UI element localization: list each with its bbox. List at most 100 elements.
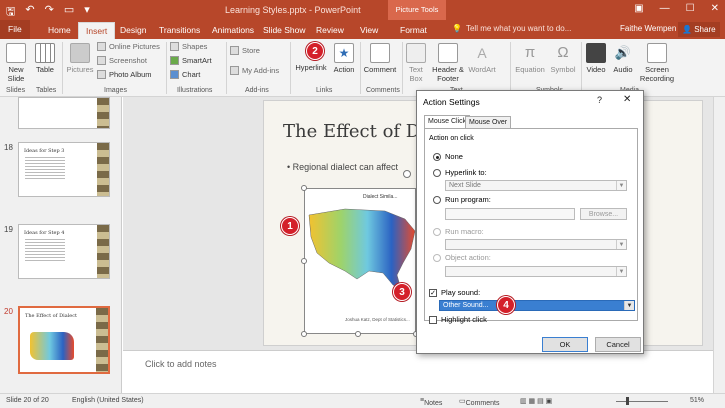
maximize-icon[interactable]: ☐ <box>686 3 695 14</box>
tab-design[interactable]: Design <box>120 22 146 39</box>
tab-animations[interactable]: Animations <box>212 22 254 39</box>
hyperlink-button[interactable]: Hyperlink <box>294 63 328 72</box>
symbol-button[interactable]: Ω Symbol <box>549 43 577 74</box>
view-buttons[interactable]: ▥ ▦ ▤ ▣ <box>520 397 552 405</box>
callout-marker-1: 1 <box>281 217 299 235</box>
tab-mouse-over[interactable]: Mouse Over <box>465 116 512 128</box>
new-slide-button[interactable]: New Slide <box>3 43 29 83</box>
header-footer-button[interactable]: Header & Footer <box>430 43 466 83</box>
smartart-button[interactable]: SmartArt <box>170 56 212 65</box>
group-separator <box>402 42 403 94</box>
callout-marker-2: 2 <box>306 42 324 60</box>
online-pictures-icon <box>97 42 106 51</box>
tab-transitions[interactable]: Transitions <box>159 22 200 39</box>
text-box-button[interactable]: Text Box <box>405 43 427 83</box>
ok-button[interactable]: OK <box>542 337 588 352</box>
user-name[interactable]: Faithe Wempen <box>620 24 676 33</box>
map-picture[interactable]: Dialect Simila... Joshua Katz, Dept of S… <box>304 188 416 334</box>
radio-object-action[interactable]: Object action: <box>433 253 491 262</box>
chart-button[interactable]: Chart <box>170 70 200 79</box>
tab-insert[interactable]: Insert <box>78 22 116 39</box>
tab-home[interactable]: Home <box>48 22 71 39</box>
photo-album-button[interactable]: Photo Album <box>97 70 152 79</box>
lightbulb-icon: 💡 <box>452 24 462 33</box>
radio-none[interactable]: None <box>433 152 463 161</box>
cancel-button[interactable]: Cancel <box>595 337 641 352</box>
zoom-slider-thumb[interactable] <box>626 397 629 405</box>
slide-thumbnail[interactable] <box>18 97 110 129</box>
rotate-handle[interactable] <box>403 170 411 178</box>
resize-handle[interactable] <box>355 331 361 337</box>
zoom-slider[interactable] <box>616 401 668 402</box>
slide-bullet[interactable]: • Regional dialect can affect <box>287 162 398 172</box>
radio-run-program[interactable]: Run program: <box>433 195 491 204</box>
thumbnail-stripe <box>96 308 108 372</box>
ribbon-options-icon[interactable]: ▣ <box>634 3 643 14</box>
help-button[interactable]: ? <box>597 95 602 105</box>
map-caption: Joshua Katz, Dept of Statistics... <box>345 317 410 322</box>
dialog-close-button[interactable]: ✕ <box>623 94 631 105</box>
shapes-icon <box>170 42 179 51</box>
comment-button[interactable]: Comment <box>363 43 397 74</box>
resize-handle[interactable] <box>301 331 307 337</box>
language-status[interactable]: English (United States) <box>72 397 144 404</box>
play-sound-checkbox[interactable]: ✓ Play sound: <box>429 288 480 297</box>
tell-me-box[interactable]: 💡 Tell me what you want to do... <box>452 24 571 33</box>
group-separator <box>360 42 361 94</box>
share-icon: 👤 <box>682 25 692 34</box>
radio-run-macro[interactable]: Run macro: <box>433 227 484 236</box>
hyperlink-select[interactable]: Next Slide ▼ <box>445 180 627 191</box>
program-path-input[interactable] <box>445 208 575 220</box>
title-bar: 🖫 ↶ ↷ ▭ ▾ Learning Styles.pptx - PowerPo… <box>0 0 725 20</box>
highlight-click-checkbox[interactable]: Highlight click <box>429 315 487 324</box>
sound-select[interactable]: Other Sound... ▼ <box>439 300 635 311</box>
tab-mouse-click[interactable]: Mouse Click <box>424 115 471 128</box>
comments-toggle[interactable]: ▭ Comments <box>459 397 499 407</box>
my-addins-button[interactable]: My Add-ins <box>230 66 279 75</box>
tab-review[interactable]: Review <box>316 22 344 39</box>
thumbnail-title: Ideas for Step 3 <box>24 148 65 154</box>
table-button[interactable]: Table <box>33 43 57 74</box>
minimize-icon[interactable]: — <box>660 3 670 14</box>
tab-view[interactable]: View <box>360 22 378 39</box>
vertical-scrollbar[interactable] <box>713 97 725 393</box>
shapes-button[interactable]: Shapes <box>170 42 207 51</box>
close-icon[interactable]: ✕ <box>711 3 719 14</box>
chevron-down-icon: ▼ <box>616 181 626 190</box>
equation-button[interactable]: π Equation <box>512 43 548 74</box>
smartart-icon <box>170 56 179 65</box>
tab-format[interactable]: Format <box>400 22 427 39</box>
resize-handle[interactable] <box>301 185 307 191</box>
slide-thumbnail[interactable]: Ideas for Step 4 <box>18 224 110 279</box>
slide-thumbnail-selected[interactable]: The Effect of Dialect <box>18 306 110 374</box>
status-bar: Slide 20 of 20 English (United States) ≡… <box>0 393 725 408</box>
tab-slide-show[interactable]: Slide Show <box>263 22 306 39</box>
online-pictures-button[interactable]: Online Pictures <box>97 42 160 51</box>
table-icon <box>35 43 55 63</box>
radio-hyperlink[interactable]: Hyperlink to: <box>433 168 487 177</box>
slide-thumbnail[interactable]: Ideas for Step 3 <box>18 142 110 197</box>
notes-pane[interactable]: Click to add notes <box>123 350 713 393</box>
zoom-level[interactable]: 51% <box>690 397 704 404</box>
object-action-select[interactable]: ▼ <box>445 266 627 277</box>
pictures-button[interactable]: Pictures <box>65 43 95 74</box>
notes-toggle[interactable]: ≡ Notes <box>420 397 442 407</box>
audio-button[interactable]: 🔊 Audio <box>611 43 635 74</box>
wordart-icon: A <box>477 45 487 61</box>
browse-button[interactable]: Browse... <box>580 208 627 220</box>
resize-handle[interactable] <box>301 258 307 264</box>
tab-file[interactable]: File <box>0 20 30 39</box>
video-button[interactable]: Video <box>584 43 608 74</box>
store-button[interactable]: Store <box>230 46 260 55</box>
checkmark-icon: ✓ <box>429 288 437 297</box>
group-separator <box>581 42 582 94</box>
screen-recording-button[interactable]: Screen Recording <box>637 43 677 83</box>
group-label-tables: Tables <box>36 87 57 94</box>
share-button[interactable]: 👤 Share <box>678 22 720 37</box>
radio-dot <box>433 152 441 161</box>
action-button[interactable]: ★ Action <box>330 43 358 74</box>
screenshot-button[interactable]: Screenshot <box>97 56 147 65</box>
dialog-title: Action Settings <box>423 97 480 107</box>
macro-select[interactable]: ▼ <box>445 239 627 250</box>
wordart-button[interactable]: A WordArt <box>466 43 498 74</box>
